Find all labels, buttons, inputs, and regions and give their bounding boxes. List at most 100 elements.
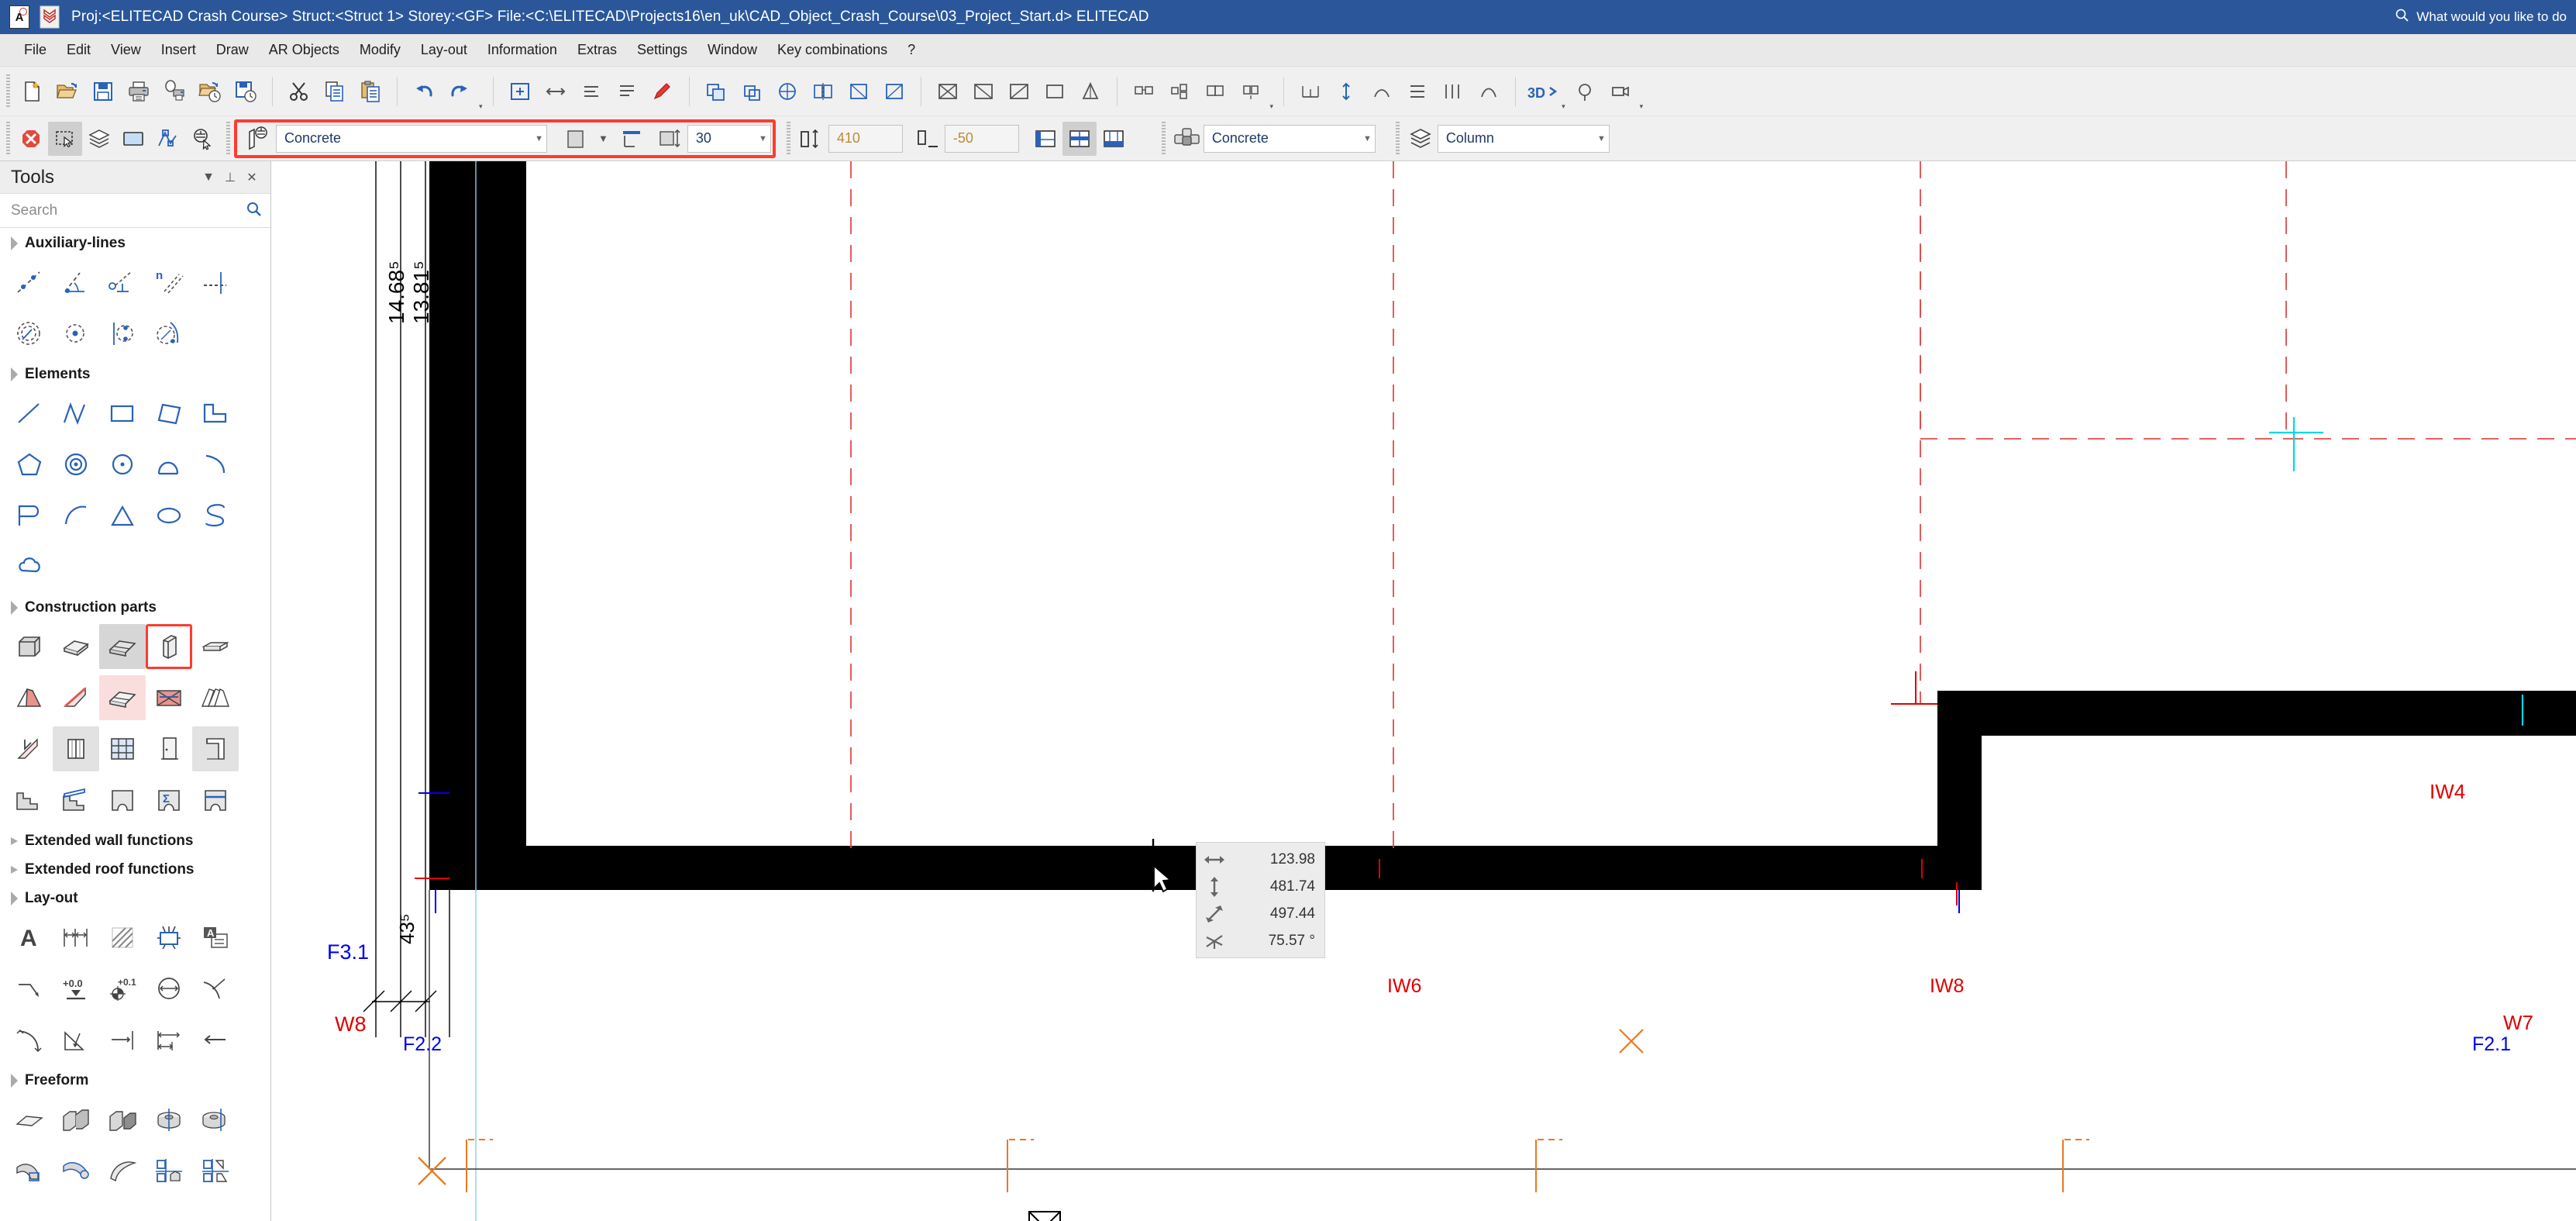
- shape-square-icon[interactable]: [558, 122, 592, 156]
- roof-gable-icon[interactable]: [6, 675, 53, 720]
- anchor-left-icon[interactable]: [1028, 122, 1062, 156]
- chevron-down-icon[interactable]: ▼: [198, 167, 219, 188]
- aux-line-parallel-n-icon[interactable]: n: [146, 260, 192, 305]
- slab-icon[interactable]: [53, 624, 99, 669]
- rotate-object-icon[interactable]: [770, 74, 805, 109]
- opening-sigma-icon[interactable]: Σ: [146, 778, 192, 823]
- arc-icon[interactable]: [192, 442, 239, 487]
- material2-grip[interactable]: [1161, 121, 1166, 156]
- align-base-icon[interactable]: [615, 122, 649, 156]
- chevron-down-icon[interactable]: ▼: [535, 134, 543, 143]
- freeform-project-icon[interactable]: [146, 1148, 192, 1193]
- roof-slab-icon[interactable]: [99, 675, 146, 720]
- chevron-down-icon[interactable]: ▼: [1363, 134, 1372, 143]
- ungroup-icon[interactable]: [1162, 74, 1197, 109]
- beam-icon[interactable]: [192, 624, 239, 669]
- column-icon[interactable]: [146, 624, 192, 669]
- aux-circle-concentric-icon[interactable]: [6, 311, 53, 356]
- stairs-rail-icon[interactable]: [53, 778, 99, 823]
- column-parameter-icon[interactable]: [240, 122, 274, 156]
- mirror-plane-icon[interactable]: [1073, 74, 1108, 109]
- l-shape-icon[interactable]: [192, 391, 239, 436]
- shape-dropdown-icon[interactable]: ▼: [598, 133, 608, 144]
- menu-layout[interactable]: Lay-out: [411, 38, 477, 62]
- menu-key-combinations[interactable]: Key combinations: [767, 38, 897, 62]
- ellipse-arc-icon[interactable]: [146, 442, 192, 487]
- circle-icon[interactable]: [99, 442, 146, 487]
- opening-arch-icon[interactable]: [99, 778, 146, 823]
- arrow-left-icon[interactable]: [192, 1017, 239, 1062]
- menu-ar-objects[interactable]: AR Objects: [259, 38, 350, 62]
- aux-circle-arc-icon[interactable]: [146, 311, 192, 356]
- level-0.0-icon[interactable]: +0.0: [53, 966, 99, 1011]
- dim-group-grip[interactable]: [786, 121, 790, 156]
- text-A-icon[interactable]: A: [6, 915, 53, 960]
- print-icon[interactable]: [121, 74, 157, 109]
- group-extended-wall-functions[interactable]: Extended wall functions: [0, 826, 270, 854]
- menu-modify[interactable]: Modify: [350, 38, 411, 62]
- polyline-edit-icon[interactable]: [150, 122, 184, 156]
- aux-circle-center-icon[interactable]: [53, 311, 99, 356]
- group-icon[interactable]: [1126, 74, 1162, 109]
- group-grip[interactable]: [226, 121, 230, 156]
- freeform-section-icon[interactable]: [192, 1148, 239, 1193]
- width-param-icon[interactable]: [794, 122, 828, 156]
- line-icon[interactable]: [6, 391, 53, 436]
- menu-window[interactable]: Window: [697, 38, 767, 62]
- dimension-chain-icon[interactable]: [53, 915, 99, 960]
- freeform-extrude2-icon[interactable]: [99, 1097, 146, 1142]
- magnifier-icon[interactable]: [246, 201, 263, 220]
- stop-cancel-icon[interactable]: [14, 122, 48, 156]
- open-folder-icon[interactable]: [50, 74, 85, 109]
- shaded-icon[interactable]: [1037, 74, 1073, 109]
- level-0.1-icon[interactable]: +0.1: [99, 966, 146, 1011]
- copy-icon[interactable]: [317, 74, 353, 109]
- 3d-overflow-icon[interactable]: ▾: [1562, 102, 1565, 116]
- aux-line-two-points-icon[interactable]: [6, 260, 53, 305]
- copy-object-icon[interactable]: [698, 74, 734, 109]
- chevron-down-icon[interactable]: ▼: [1597, 134, 1606, 143]
- opening-icon[interactable]: [192, 726, 239, 771]
- pan-icon[interactable]: [609, 74, 645, 109]
- freeform-extrude-icon[interactable]: [53, 1097, 99, 1142]
- opening-lintel-icon[interactable]: [192, 778, 239, 823]
- width-input[interactable]: 410: [828, 124, 903, 153]
- scale-object-icon[interactable]: [876, 74, 912, 109]
- menu-information[interactable]: Information: [477, 38, 567, 62]
- explode-icon[interactable]: [1233, 74, 1269, 109]
- measure-icon[interactable]: [1293, 74, 1328, 109]
- mirror-object-icon[interactable]: [805, 74, 841, 109]
- offset-param-icon[interactable]: [911, 122, 945, 156]
- polyline-icon[interactable]: [53, 391, 99, 436]
- roof-hip-icon[interactable]: [146, 675, 192, 720]
- rectangle-rotated-icon[interactable]: [146, 391, 192, 436]
- move-object-icon[interactable]: [734, 74, 770, 109]
- height-icon[interactable]: [1328, 74, 1364, 109]
- menu-extras[interactable]: Extras: [567, 38, 627, 62]
- chevron-down-icon[interactable]: ▼: [759, 134, 767, 143]
- select-rectangle-icon[interactable]: [48, 121, 82, 156]
- aux-circle-tangent-line-icon[interactable]: [99, 311, 146, 356]
- slab-sloped-icon[interactable]: [99, 624, 146, 669]
- group-extended-roof-functions[interactable]: Extended roof functions: [0, 854, 270, 883]
- group-freeform[interactable]: Freeform: [0, 1065, 270, 1094]
- open-recent-icon[interactable]: [192, 74, 228, 109]
- menu-help[interactable]: ?: [897, 38, 925, 62]
- menu-view[interactable]: View: [101, 38, 151, 62]
- group-construction-parts[interactable]: Construction parts: [0, 592, 270, 621]
- freeform-revolve2-icon[interactable]: [192, 1097, 239, 1142]
- height-combobox[interactable]: 30 ▼: [687, 124, 771, 153]
- spiral-icon[interactable]: [53, 442, 99, 487]
- group-layout[interactable]: Lay-out: [0, 883, 270, 912]
- undo-icon[interactable]: [406, 74, 442, 109]
- anchor-center-icon[interactable]: [1062, 121, 1097, 156]
- window-icon[interactable]: [53, 726, 99, 771]
- camera-overflow-icon[interactable]: ▾: [1640, 102, 1644, 116]
- label-block-icon[interactable]: A: [192, 915, 239, 960]
- perspective-icon[interactable]: [1567, 74, 1603, 109]
- roof-multi-icon[interactable]: [192, 675, 239, 720]
- dimension-icon[interactable]: [1435, 74, 1471, 109]
- cloud-shape-icon[interactable]: [6, 544, 53, 589]
- material-cube-icon[interactable]: [1169, 122, 1204, 156]
- x-ray-icon[interactable]: [930, 74, 966, 109]
